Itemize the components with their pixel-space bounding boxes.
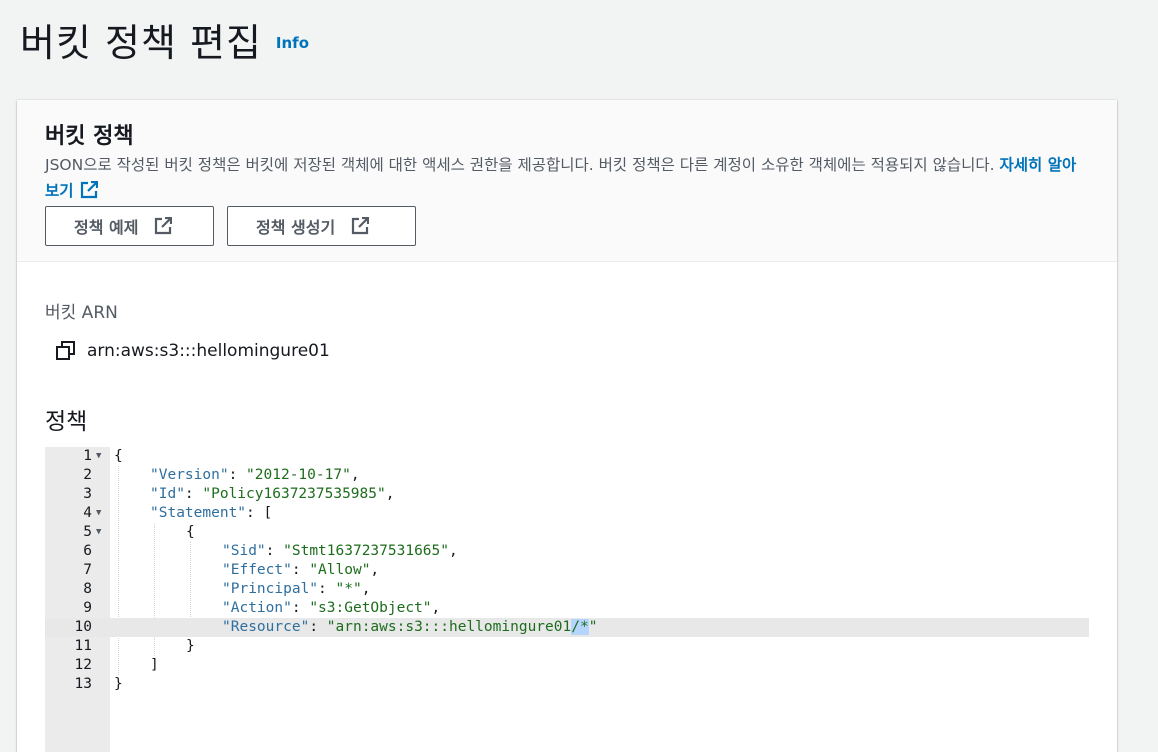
code-line: 5 ▼ {	[45, 523, 1089, 542]
code-text: ]	[150, 656, 159, 675]
code-text: "Id": "Policy1637237535985",	[150, 486, 395, 502]
json-string-part: "	[588, 619, 598, 635]
code-text: "Effect": "Allow",	[222, 562, 380, 578]
panel-title: 버킷 정책	[45, 124, 134, 149]
json-token: {	[114, 448, 123, 464]
json-token: {	[186, 524, 195, 540]
bucket-arn-label: 버킷 ARN	[45, 303, 118, 323]
code-line: 1 ▼ {	[45, 447, 1089, 466]
json-key: "Effect"	[222, 562, 292, 578]
json-string: "Policy1637237535985"	[202, 486, 386, 502]
code-line: 12 ]	[45, 656, 1089, 675]
fold-arrow-icon[interactable]: ▼	[96, 504, 101, 523]
copy-icon[interactable]	[55, 340, 77, 362]
code-text: "Resource": "arn:aws:s3:::hellomingure01…	[222, 619, 598, 635]
code-text: "Principal": "*",	[222, 581, 371, 597]
bucket-policy-panel: 버킷 정책 JSON으로 작성된 버킷 정책은 버킷에 저장된 객체에 대한 액…	[17, 100, 1117, 752]
policy-json-editor[interactable]: 1 ▼ { 2 "Version": "2012-10-17", 3 "Id": …	[45, 447, 1089, 752]
external-link-icon	[352, 217, 370, 235]
panel-header: 버킷 정책 JSON으로 작성된 버킷 정책은 버킷에 저장된 객체에 대한 액…	[17, 100, 1117, 262]
line-number: 9	[83, 600, 92, 616]
code-text: "Statement": [	[150, 505, 273, 521]
line-number: 7	[83, 562, 92, 578]
line-number: 10	[74, 619, 92, 635]
line-number: 13	[74, 676, 92, 692]
code-line: 11 }	[45, 637, 1089, 656]
json-string-part: "arn:aws:s3:::hellomingure01	[326, 619, 572, 635]
code-line: 6 "Sid": "Stmt1637237531665",	[45, 542, 1089, 561]
json-token: }	[186, 638, 195, 654]
panel-description: JSON으로 작성된 버킷 정책은 버킷에 저장된 객체에 대한 액세스 권한을…	[45, 152, 1085, 204]
json-string: "s3:GetObject"	[309, 600, 432, 616]
code-line-active: 10 "Resource": "arn:aws:s3:::hellomingur…	[45, 618, 1089, 637]
json-token: }	[114, 676, 123, 692]
code-line: 3 "Id": "Policy1637237535985",	[45, 485, 1089, 504]
panel-description-text: JSON으로 작성된 버킷 정책은 버킷에 저장된 객체에 대한 액세스 권한을…	[45, 156, 995, 174]
line-number: 3	[83, 486, 92, 502]
bucket-arn-row: arn:aws:s3:::hellomingure01	[55, 340, 330, 362]
fold-arrow-icon[interactable]: ▼	[96, 447, 101, 466]
code-text: "Action": "s3:GetObject",	[222, 600, 441, 616]
json-string: "arn:aws:s3:::hellomingure01/*"	[326, 619, 598, 635]
external-link-icon	[80, 181, 98, 199]
page-title: 버킷 정책 편집	[20, 21, 262, 65]
code-text: "Version": "2012-10-17",	[150, 467, 360, 483]
external-link-icon	[155, 217, 173, 235]
line-number: 12	[74, 657, 92, 673]
json-key: "Action"	[222, 600, 292, 616]
code-line: 8 "Principal": "*",	[45, 580, 1089, 599]
line-number: 5	[83, 524, 92, 540]
json-key: "Resource"	[222, 619, 310, 635]
line-number: 6	[83, 543, 92, 559]
json-key: "Id"	[150, 486, 185, 502]
json-string: "2012-10-17"	[246, 467, 351, 483]
json-string: "Stmt1637237531665"	[283, 543, 449, 559]
line-number: 4	[83, 505, 92, 521]
line-number: 8	[83, 581, 92, 597]
json-string: "Allow"	[309, 562, 371, 578]
code-text: }	[114, 675, 123, 694]
json-key: "Statement"	[150, 505, 247, 521]
policy-generator-button[interactable]: 정책 생성기	[227, 206, 416, 246]
line-number: 1	[83, 448, 92, 464]
policy-examples-label: 정책 예제	[74, 218, 139, 237]
code-line: 2 "Version": "2012-10-17",	[45, 466, 1089, 485]
json-token: [	[263, 505, 273, 521]
info-link[interactable]: Info	[276, 34, 309, 52]
code-text: }	[186, 637, 195, 656]
code-text: {	[186, 523, 195, 542]
code-line: 13 }	[45, 675, 1089, 694]
json-key: "Sid"	[222, 543, 266, 559]
fold-arrow-icon[interactable]: ▼	[96, 523, 101, 542]
text-selection: /*	[571, 619, 589, 635]
json-token: ]	[150, 657, 159, 673]
code-line: 9 "Action": "s3:GetObject",	[45, 599, 1089, 618]
line-number: 2	[83, 467, 92, 483]
code-line: 7 "Effect": "Allow",	[45, 561, 1089, 580]
policy-label: 정책	[45, 409, 88, 435]
code-text: "Sid": "Stmt1637237531665",	[222, 543, 458, 559]
policy-examples-button[interactable]: 정책 예제	[45, 206, 214, 246]
json-key: "Version"	[150, 467, 229, 483]
line-number: 11	[74, 638, 92, 654]
json-key: "Principal"	[222, 581, 319, 597]
page-header: 버킷 정책 편집 Info	[20, 12, 309, 67]
json-string: "*"	[335, 581, 362, 597]
policy-generator-label: 정책 생성기	[256, 218, 336, 237]
button-row: 정책 예제 정책 생성기	[45, 206, 1089, 246]
bucket-arn-value: arn:aws:s3:::hellomingure01	[87, 341, 330, 361]
code-line: 4 ▼ "Statement": [	[45, 504, 1089, 523]
code-text: {	[114, 447, 123, 466]
